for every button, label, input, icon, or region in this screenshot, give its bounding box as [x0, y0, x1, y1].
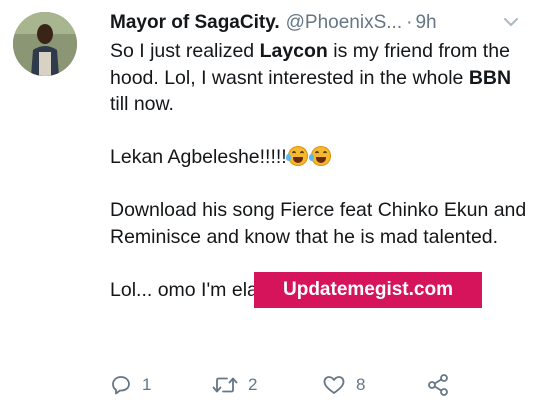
retweet-icon — [212, 377, 238, 393]
term-bbn: BBN — [468, 66, 512, 89]
reply-count: 1 — [142, 375, 152, 394]
reply-button[interactable]: 1 — [110, 370, 151, 400]
tweet-actions: 1 2 8 — [110, 370, 470, 400]
retweet-button[interactable]: 2 — [212, 370, 257, 400]
like-button[interactable]: 8 — [322, 370, 365, 400]
separator-dot: · — [406, 12, 413, 33]
user-avatar[interactable] — [13, 12, 77, 76]
like-count: 8 — [356, 375, 366, 394]
tweet-header: Mayor of SagaCity. @PhoenixS... · 9h — [110, 9, 534, 37]
avatar-photo — [13, 12, 77, 76]
tweet-paragraph-3: Download his song Fierce feat Chinko Eku… — [110, 199, 527, 248]
share-button[interactable] — [426, 370, 450, 400]
laughing-emoji-icon — [285, 146, 308, 166]
user-handle[interactable]: @PhoenixS... — [286, 12, 402, 34]
chevron-down-icon[interactable] — [500, 11, 522, 33]
mention-laycon: Laycon — [259, 40, 328, 62]
retweet-count: 2 — [248, 375, 258, 394]
tweet-timestamp[interactable]: 9h — [415, 12, 436, 34]
tweet-paragraph-2: Lekan Agbeleshe!!!!! — [110, 144, 530, 171]
reply-icon — [112, 376, 130, 395]
display-name[interactable]: Mayor of SagaCity. — [110, 12, 280, 34]
share-icon — [428, 374, 448, 396]
heart-icon — [323, 376, 345, 394]
tweet-text: So I just realized Laycon is my friend f… — [110, 38, 530, 303]
tweet-paragraph-1: So I just realized Laycon is my friend f… — [110, 40, 512, 115]
watermark-banner: Updatemegist.com — [254, 272, 482, 308]
laughing-emoji-icon — [308, 146, 331, 166]
